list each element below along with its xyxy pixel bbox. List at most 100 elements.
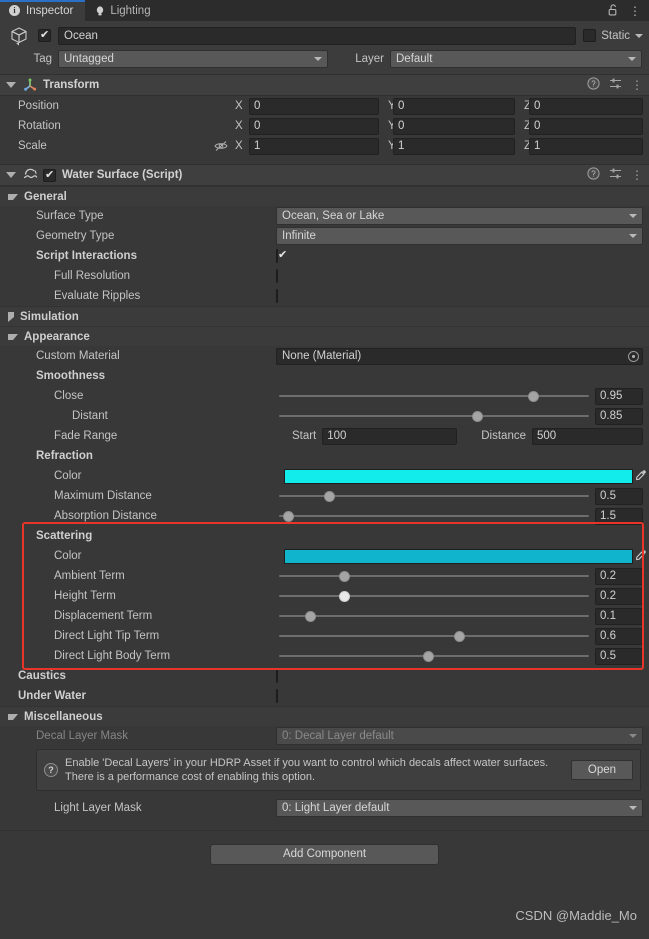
row-scattering-direct-light-tip-term: Direct Light Tip Term 0.6 (0, 626, 649, 646)
section-general[interactable]: General (0, 186, 649, 206)
water-surface-enabled-checkbox[interactable] (43, 168, 56, 182)
scale-z-field[interactable]: 1 (529, 137, 643, 155)
add-component-button[interactable]: Add Component (210, 844, 439, 865)
geometry-type-dropdown[interactable]: Infinite (276, 227, 643, 245)
transform-component-header[interactable]: Transform ? ⋮ (0, 74, 649, 96)
kebab-menu-icon[interactable]: ⋮ (629, 5, 641, 17)
transform-title: Transform (43, 79, 100, 91)
static-label: Static (601, 29, 630, 42)
water-surface-body: General Surface Type Ocean, Sea or Lake … (0, 186, 649, 865)
scattering-term-slider[interactable] (279, 568, 589, 585)
appearance-foldout-icon[interactable] (8, 333, 18, 340)
lock-open-icon[interactable] (608, 3, 619, 18)
add-component-wrap: Add Component (0, 831, 649, 865)
axis-z-label: Z (524, 120, 532, 132)
eyedropper-icon[interactable] (633, 549, 649, 564)
scattering-term-slider[interactable] (279, 608, 589, 625)
distant-slider[interactable] (279, 408, 589, 425)
gameobject-header: Ocean Static Tag Untagged Layer Default (0, 21, 649, 74)
absorption-distance-value-field[interactable]: 1.5 (595, 507, 643, 525)
simulation-foldout-icon[interactable] (8, 311, 14, 322)
static-checkbox[interactable] (583, 29, 597, 42)
tab-lighting[interactable]: Lighting (85, 0, 162, 21)
caustics-checkbox[interactable] (276, 669, 278, 683)
help-icon[interactable]: ? (587, 167, 600, 183)
scattering-term-slider[interactable] (279, 588, 589, 605)
close-value-field[interactable]: 0.95 (595, 387, 643, 405)
help-icon: ? (44, 763, 58, 777)
custom-material-label: Custom Material (36, 350, 120, 362)
scattering-color-swatch[interactable] (284, 548, 633, 564)
water-surface-component-header[interactable]: Water Surface (Script) ? ⋮ (0, 164, 649, 186)
section-appearance[interactable]: Appearance (0, 326, 649, 346)
evaluate-ripples-label: Evaluate Ripples (54, 290, 141, 302)
position-z-field[interactable]: 0 (529, 97, 643, 115)
rotation-z-field[interactable]: 0 (529, 117, 643, 135)
maximum-distance-value-field[interactable]: 0.5 (595, 487, 643, 505)
refraction-color-swatch[interactable] (284, 468, 633, 484)
scattering-term-value-field[interactable]: 0.2 (595, 567, 643, 585)
light-layer-mask-dropdown[interactable]: 0: Light Layer default (276, 799, 643, 817)
absorption-distance-slider[interactable] (279, 508, 589, 525)
section-miscellaneous[interactable]: Miscellaneous (0, 706, 649, 726)
rotation-y-field[interactable]: 0 (393, 117, 515, 135)
section-simulation[interactable]: Simulation (0, 306, 649, 326)
water-surface-foldout-icon[interactable] (6, 172, 16, 178)
eyedropper-icon[interactable] (633, 469, 649, 484)
surface-type-dropdown[interactable]: Ocean, Sea or Lake (276, 207, 643, 225)
position-y-field[interactable]: 0 (393, 97, 515, 115)
preset-icon[interactable] (609, 167, 622, 183)
row-distant: Distant 0.85 (0, 406, 649, 426)
scattering-term-value-field[interactable]: 0.6 (595, 627, 643, 645)
scattering-term-value-field[interactable]: 0.5 (595, 647, 643, 665)
object-picker-icon[interactable] (628, 350, 639, 362)
script-interactions-checkbox[interactable] (276, 249, 278, 263)
maximum-distance-slider[interactable] (279, 488, 589, 505)
info-icon: i (9, 4, 21, 17)
miscellaneous-foldout-icon[interactable] (8, 713, 18, 720)
layer-label: Layer (355, 53, 384, 65)
scale-x-field[interactable]: 1 (249, 137, 379, 155)
water-surface-title: Water Surface (Script) (62, 169, 183, 181)
static-dropdown-chevron-icon[interactable] (635, 33, 643, 38)
scattering-term-label: Displacement Term (54, 610, 153, 622)
scale-y-field[interactable]: 1 (393, 137, 515, 155)
evaluate-ripples-checkbox[interactable] (276, 289, 278, 303)
scattering-term-value-field[interactable]: 0.1 (595, 607, 643, 625)
axis-y-label: Y (388, 120, 396, 132)
light-layer-mask-value: 0: Light Layer default (282, 802, 390, 814)
tab-inspector[interactable]: i Inspector (0, 0, 86, 21)
axis-z-label: Z (524, 100, 532, 112)
layer-dropdown[interactable]: Default (390, 50, 642, 68)
row-scattering-color: Color (0, 546, 649, 566)
fade-start-field[interactable]: 100 (322, 427, 458, 445)
fade-distance-field[interactable]: 500 (532, 427, 643, 445)
distant-value-field[interactable]: 0.85 (595, 407, 643, 425)
scattering-color-label: Color (54, 550, 82, 562)
row-scattering-height-term: Height Term 0.2 (0, 586, 649, 606)
row-geometry-type: Geometry Type Infinite (0, 226, 649, 246)
scattering-term-slider[interactable] (279, 628, 589, 645)
custom-material-object-field[interactable]: None (Material) (276, 347, 643, 365)
water-wave-icon (23, 167, 38, 183)
transform-foldout-icon[interactable] (6, 82, 16, 88)
close-slider[interactable] (279, 388, 589, 405)
kebab-menu-icon[interactable]: ⋮ (631, 169, 643, 181)
full-resolution-checkbox[interactable] (276, 269, 278, 283)
tag-dropdown[interactable]: Untagged (58, 50, 328, 68)
gameobject-name-field[interactable]: Ocean (58, 26, 577, 45)
position-x-field[interactable]: 0 (249, 97, 379, 115)
scattering-term-value-field[interactable]: 0.2 (595, 587, 643, 605)
rotation-x-field[interactable]: 0 (249, 117, 379, 135)
preset-icon[interactable] (609, 77, 622, 93)
under-water-label: Under Water (18, 690, 86, 702)
open-hdrp-asset-button[interactable]: Open (571, 760, 633, 780)
scale-lock-off-icon[interactable] (214, 140, 228, 152)
maximum-distance-label: Maximum Distance (54, 490, 152, 502)
general-foldout-icon[interactable] (8, 193, 18, 200)
kebab-menu-icon[interactable]: ⋮ (631, 79, 643, 91)
scattering-term-slider[interactable] (279, 648, 589, 665)
help-icon[interactable]: ? (587, 77, 600, 93)
under-water-checkbox[interactable] (276, 689, 278, 703)
gameobject-enabled-checkbox[interactable] (38, 28, 51, 42)
